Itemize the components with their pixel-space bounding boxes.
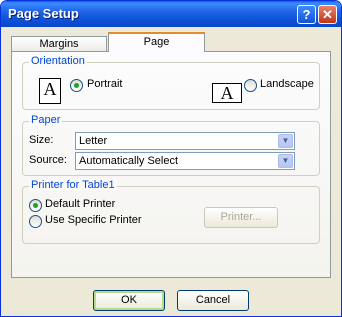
radio-selected-dot <box>33 203 38 208</box>
radio-selected-dot <box>74 83 79 88</box>
portrait-radio[interactable] <box>70 79 83 92</box>
landscape-label[interactable]: Landscape <box>260 78 314 90</box>
help-icon: ? <box>302 7 311 22</box>
paper-group-label: Paper <box>29 114 63 126</box>
tab-margins[interactable]: Margins <box>11 36 107 51</box>
source-value: Automatically Select <box>79 155 179 167</box>
close-icon: ✕ <box>322 7 333 22</box>
printer-button[interactable]: Printer... <box>204 207 278 228</box>
landscape-radio[interactable] <box>244 79 257 92</box>
portrait-label[interactable]: Portrait <box>87 78 122 90</box>
chevron-down-icon[interactable]: ▼ <box>278 134 293 148</box>
paper-group: Paper Size: Letter ▼ Source: Automatical… <box>22 114 320 176</box>
title-bar[interactable]: Page Setup ? ✕ <box>1 1 341 27</box>
tab-page[interactable]: Page <box>108 32 205 52</box>
printer-group: Printer for Table1 Default Printer Use S… <box>22 179 320 244</box>
orientation-group-label: Orientation <box>29 55 87 67</box>
cancel-button[interactable]: Cancel <box>177 290 249 311</box>
size-value: Letter <box>79 135 108 147</box>
window-title: Page Setup <box>8 6 79 21</box>
chevron-down-icon[interactable]: ▼ <box>278 154 293 168</box>
specific-printer-label[interactable]: Use Specific Printer <box>45 214 142 226</box>
portrait-page-icon: A <box>39 78 61 104</box>
size-label: Size: <box>29 134 54 146</box>
ok-button[interactable]: OK <box>93 290 165 311</box>
source-label: Source: <box>29 154 67 166</box>
default-printer-label[interactable]: Default Printer <box>45 198 115 210</box>
help-button[interactable]: ? <box>297 5 316 24</box>
specific-printer-radio[interactable] <box>29 215 42 228</box>
close-button[interactable]: ✕ <box>318 5 337 24</box>
landscape-page-icon: A <box>212 83 242 103</box>
size-dropdown[interactable]: Letter ▼ <box>75 132 295 150</box>
tab-panel-page: Orientation A Portrait A Landscape Paper… <box>11 51 331 278</box>
default-printer-radio[interactable] <box>29 199 42 212</box>
printer-group-label: Printer for Table1 <box>29 179 117 191</box>
orientation-group: Orientation A Portrait A Landscape <box>22 55 320 110</box>
page-setup-dialog: Page Setup ? ✕ Margins Page Orientation … <box>0 0 342 317</box>
source-dropdown[interactable]: Automatically Select ▼ <box>75 152 295 170</box>
